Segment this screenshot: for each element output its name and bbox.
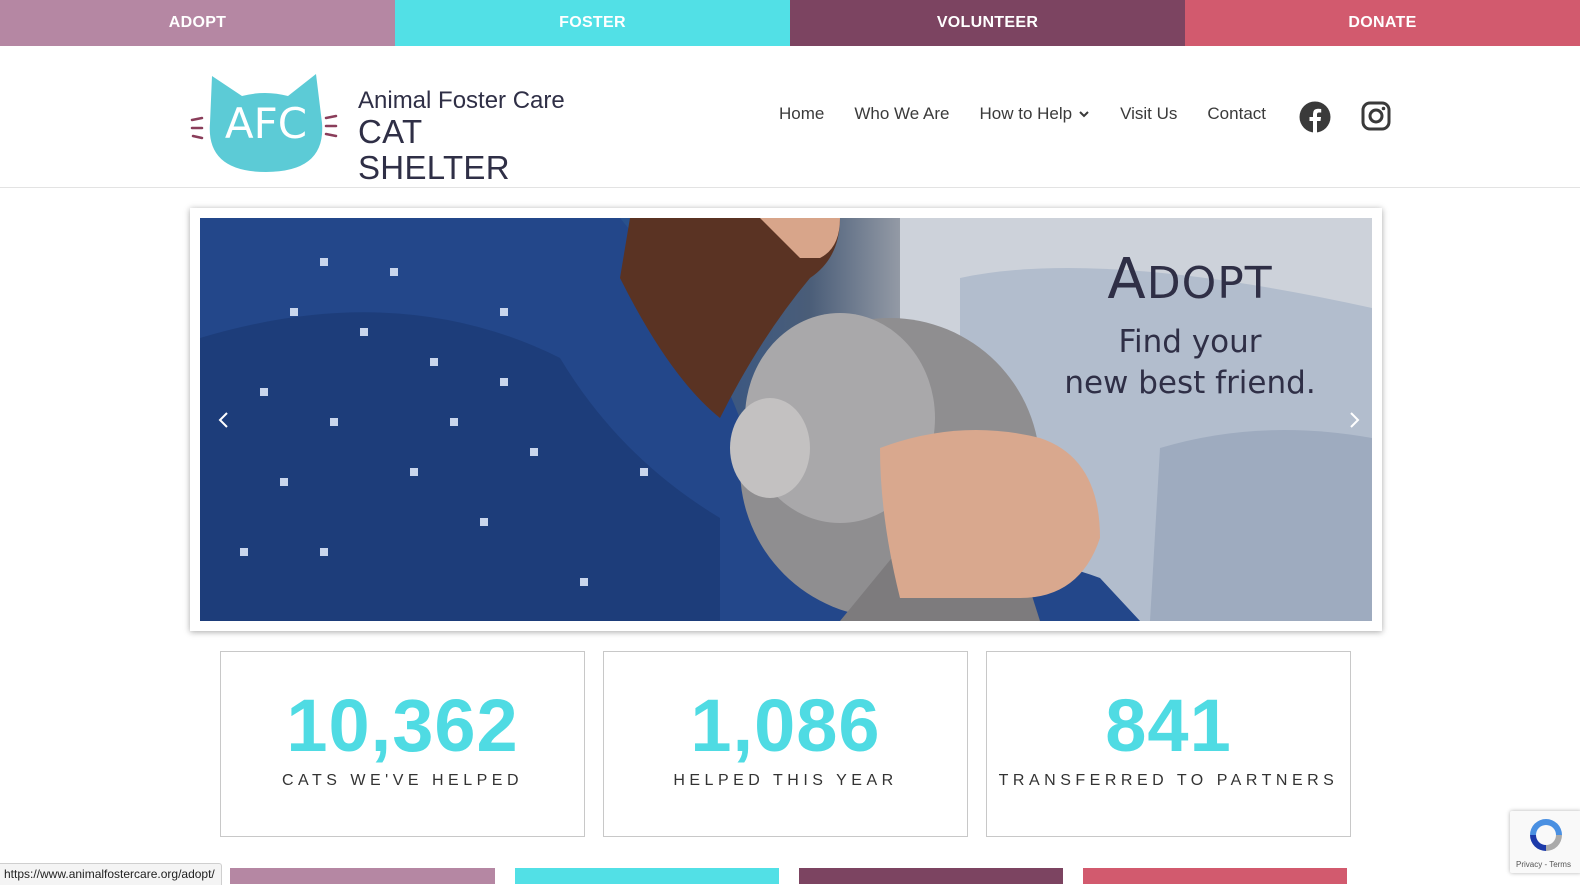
browser-status-url: https://www.animalfostercare.org/adopt/ xyxy=(0,863,222,885)
instagram-icon[interactable] xyxy=(1361,101,1391,131)
cat-logo-icon: AFC xyxy=(190,74,338,172)
recaptcha-icon xyxy=(1530,819,1562,851)
adopt-block[interactable] xyxy=(230,868,495,884)
recaptcha-badge[interactable]: Privacy - Terms xyxy=(1510,811,1580,873)
hero-subtitle-line2: new best friend. xyxy=(1064,365,1316,401)
top-adopt-link[interactable]: ADOPT xyxy=(0,0,395,46)
site-header: AFC Animal Foster Care CAT SHELTER Home … xyxy=(0,46,1580,188)
hero-title: ADOPT xyxy=(1060,248,1320,316)
nav-how-to-help-label: How to Help xyxy=(979,104,1073,123)
volunteer-block[interactable] xyxy=(799,868,1063,884)
stat-label: TRANSFERRED TO PARTNERS xyxy=(998,772,1339,789)
donate-block[interactable] xyxy=(1083,868,1347,884)
hero-caption: ADOPT Find your new best friend. xyxy=(1060,248,1320,404)
svg-text:AFC: AFC xyxy=(225,99,307,148)
slider-prev-arrow-icon[interactable] xyxy=(214,410,234,430)
facebook-icon[interactable] xyxy=(1299,101,1331,133)
hero-slider: ADOPT Find your new best friend. xyxy=(190,208,1382,631)
hero-slide: ADOPT Find your new best friend. xyxy=(200,218,1372,621)
stat-value: 10,362 xyxy=(286,684,519,767)
stat-card-transferred: 841 TRANSFERRED TO PARTNERS xyxy=(986,651,1351,837)
hero-title-rest: DOPT xyxy=(1146,258,1273,309)
logo-line-2: CAT SHELTER xyxy=(358,113,510,186)
recaptcha-footer[interactable]: Privacy - Terms xyxy=(1516,860,1571,869)
top-action-bar: ADOPT FOSTER VOLUNTEER DONATE xyxy=(0,0,1580,46)
stat-card-helped-this-year: 1,086 HELPED THIS YEAR xyxy=(603,651,968,837)
stat-label: HELPED THIS YEAR xyxy=(673,772,898,789)
nav-who-we-are[interactable]: Who We Are xyxy=(854,104,949,124)
stat-card-cats-helped: 10,362 CATS WE'VE HELPED xyxy=(220,651,585,837)
top-volunteer-link[interactable]: VOLUNTEER xyxy=(790,0,1185,46)
hero-title-initial: A xyxy=(1107,247,1147,312)
stat-value: 1,086 xyxy=(690,684,881,767)
hero-subtitle-line1: Find your xyxy=(1118,324,1262,360)
top-donate-link[interactable]: DONATE xyxy=(1185,0,1580,46)
stat-value: 841 xyxy=(1105,684,1232,767)
hero-subtitle: Find your new best friend. xyxy=(1060,322,1320,404)
nav-how-to-help[interactable]: How to Help xyxy=(979,104,1090,124)
site-logo[interactable]: AFC Animal Foster Care CAT SHELTER xyxy=(190,68,570,186)
nav-contact[interactable]: Contact xyxy=(1207,104,1266,124)
foster-block[interactable] xyxy=(515,868,779,884)
nav-home[interactable]: Home xyxy=(779,104,824,124)
logo-line-1: Animal Foster Care xyxy=(358,87,565,114)
logo-wordmark: Animal Foster Care CAT SHELTER xyxy=(358,88,570,186)
chevron-down-icon xyxy=(1079,111,1089,118)
main-nav: Home Who We Are How to Help Visit Us Con… xyxy=(779,104,1296,124)
stat-label: CATS WE'VE HELPED xyxy=(281,772,524,789)
slider-next-arrow-icon[interactable] xyxy=(1344,410,1364,430)
nav-visit-us[interactable]: Visit Us xyxy=(1120,104,1177,124)
top-foster-link[interactable]: FOSTER xyxy=(395,0,790,46)
